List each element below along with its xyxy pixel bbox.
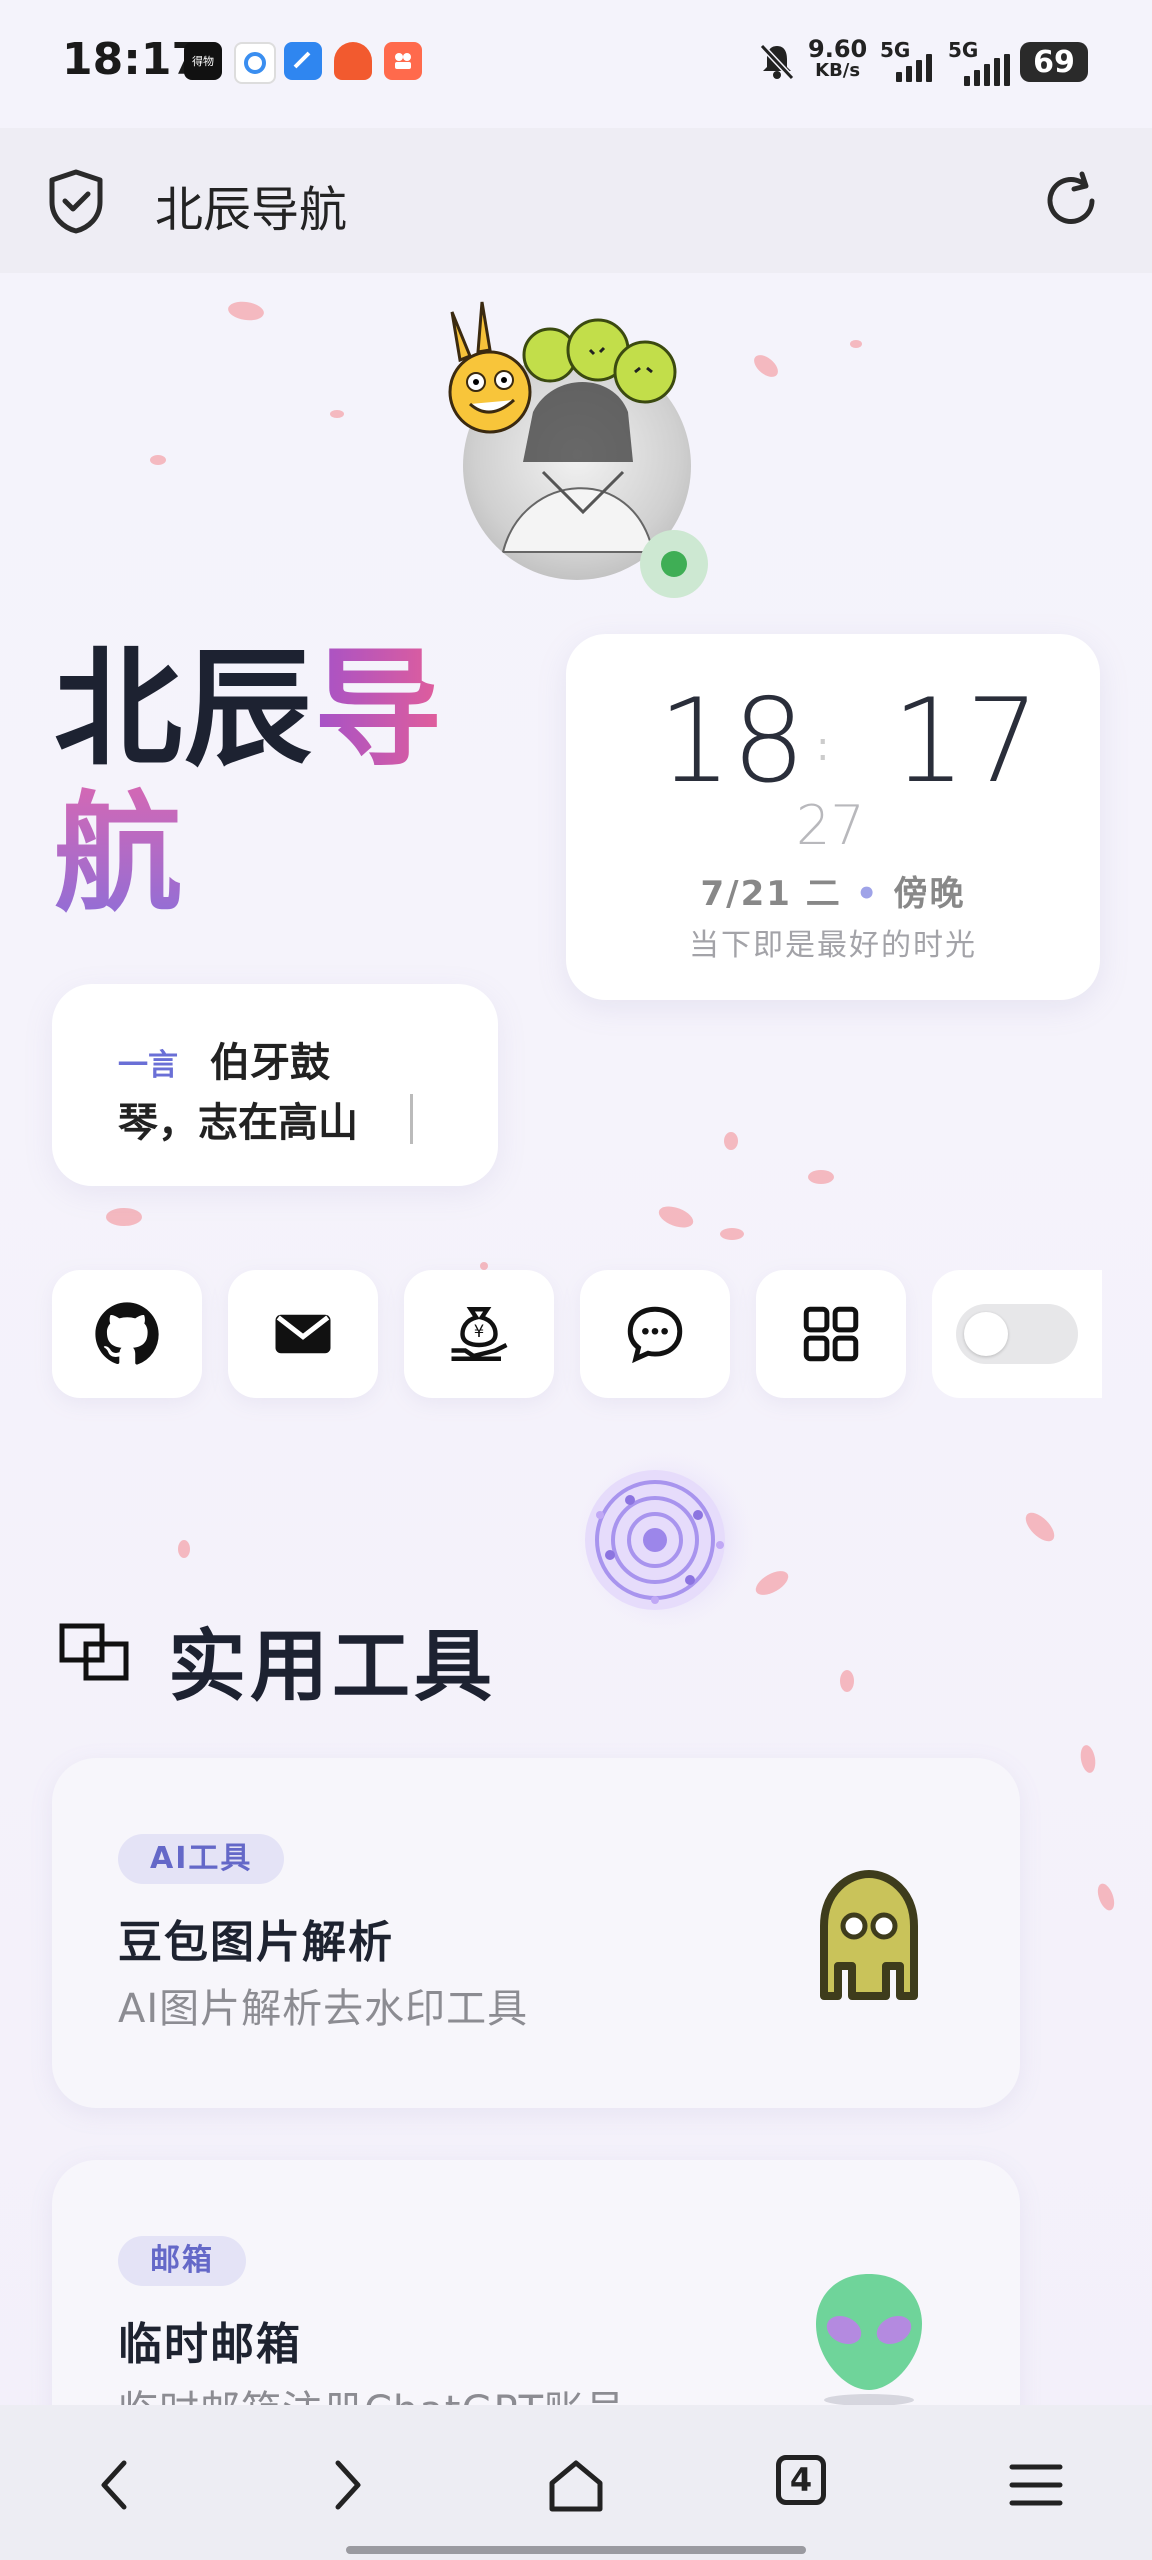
- brand-title-line2: 航: [54, 780, 183, 929]
- mail-icon: [275, 1314, 331, 1354]
- signal-bars-2: [964, 54, 1010, 86]
- tabs-count-button[interactable]: 4: [776, 2455, 826, 2505]
- shop-app-icon: [384, 42, 422, 80]
- tool-name: 豆包图片解析: [118, 1917, 394, 1968]
- clock-seconds: 27: [796, 794, 865, 857]
- circle-app-icon: [234, 42, 276, 84]
- quote-card[interactable]: 一言 伯牙鼓 琴，志在高山: [52, 984, 498, 1186]
- clock-motto: 当下即是最好的时光: [689, 928, 977, 963]
- dewu-app-icon: 得物: [184, 42, 222, 80]
- status-time: 18:17: [62, 34, 203, 85]
- clock-date: 7/21 二 • 傍晚: [700, 874, 966, 914]
- bottom-navigation: 4: [0, 2405, 1152, 2560]
- github-button[interactable]: [52, 1270, 202, 1398]
- battery-indicator: 69: [1020, 42, 1088, 82]
- clock-minutes: 17: [892, 674, 1040, 809]
- rabbit-sticker-icon: [448, 301, 677, 434]
- refresh-icon[interactable]: [1040, 170, 1102, 232]
- tool-description: AI图片解析去水印工具: [118, 1986, 529, 2032]
- forward-icon[interactable]: [316, 2455, 376, 2515]
- money-bag-hand-icon: ¥: [451, 1307, 508, 1361]
- section-tools-icon: [59, 1623, 129, 1681]
- quote-tag: 一言: [118, 1048, 178, 1083]
- mute-bell-icon: [759, 43, 795, 81]
- menu-icon[interactable]: [1006, 2455, 1066, 2515]
- section-title: 实用工具: [168, 1622, 497, 1712]
- tool-tag: 邮箱: [118, 2236, 246, 2286]
- clock-hours: 18: [658, 674, 806, 809]
- quote-text-line1: 伯牙鼓: [210, 1040, 330, 1086]
- back-icon[interactable]: [86, 2455, 146, 2515]
- gift-app-icon: [334, 42, 372, 80]
- svg-text:¥: ¥: [474, 1322, 485, 1341]
- tool-tag: AI工具: [118, 1834, 285, 1884]
- alien-icon: [816, 2274, 922, 2406]
- clock-separator: :: [816, 724, 830, 770]
- network-speed: 9.60 KB/s: [808, 35, 868, 81]
- toggle-knob: [964, 1312, 1008, 1356]
- online-status-dot: [640, 530, 708, 598]
- shield-check-icon[interactable]: [46, 168, 106, 234]
- status-bar: 18:17 得物 9.60 KB/s 5G 5G 69: [0, 0, 1152, 128]
- music-player-ripple-icon[interactable]: [570, 1445, 760, 1635]
- ghost-icon: [820, 1870, 918, 2000]
- chat-bubble-icon: [627, 1306, 683, 1364]
- clock-card: 18 : 17 27 7/21 二 • 傍晚 当下即是最好的时光: [566, 634, 1100, 1000]
- chat-button[interactable]: [580, 1270, 730, 1398]
- quote-text-line2: 琴，志在高山: [118, 1100, 358, 1146]
- home-icon[interactable]: [546, 2455, 606, 2515]
- grid-apps-icon: [803, 1306, 859, 1362]
- apps-button[interactable]: [756, 1270, 906, 1398]
- browser-app-icon: [284, 42, 322, 80]
- brand-title-line1: 北辰导: [54, 635, 445, 784]
- page-title: 北辰导航: [155, 182, 348, 238]
- signal-bars-1: [896, 54, 932, 82]
- donate-button[interactable]: ¥: [404, 1270, 554, 1398]
- typing-caret: [410, 1094, 413, 1144]
- theme-toggle[interactable]: [956, 1304, 1078, 1364]
- tool-card[interactable]: AI工具 豆包图片解析 AI图片解析去水印工具: [52, 1758, 1020, 2108]
- home-indicator[interactable]: [346, 2546, 806, 2554]
- github-icon: [95, 1302, 159, 1365]
- app-header: 北辰导航: [0, 128, 1152, 273]
- mail-button[interactable]: [228, 1270, 378, 1398]
- theme-toggle-card: [932, 1270, 1102, 1398]
- tool-name: 临时邮箱: [118, 2319, 302, 2370]
